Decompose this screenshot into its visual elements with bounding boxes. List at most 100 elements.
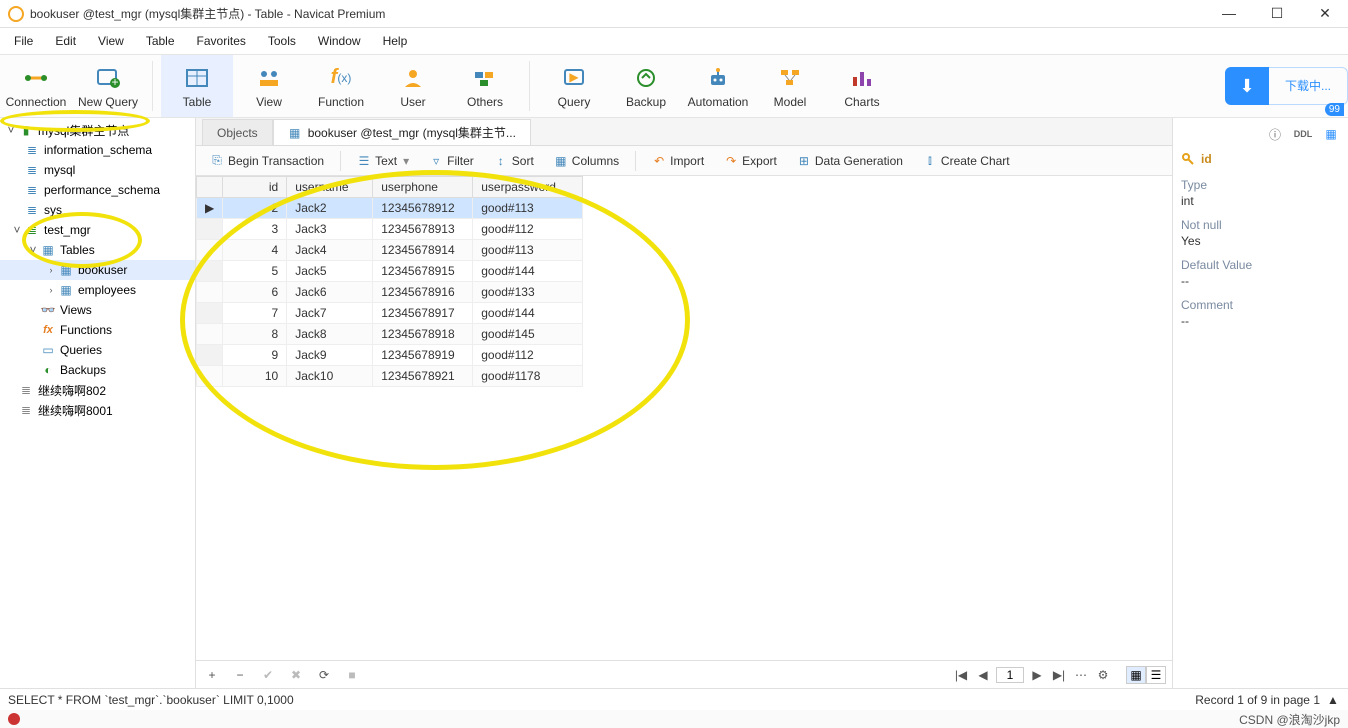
cell-userphone[interactable]: 12345678913	[373, 219, 473, 240]
tree-views-folder[interactable]: 👓Views	[0, 300, 195, 320]
tree-functions-folder[interactable]: fxFunctions	[0, 320, 195, 340]
cell-id[interactable]: 3	[223, 219, 287, 240]
table-row[interactable]: 10Jack1012345678921good#1178	[197, 366, 583, 387]
commit-button[interactable]: ✔	[258, 668, 278, 682]
tree-host-8001[interactable]: ≣继续嗨啊8001	[0, 400, 195, 420]
cell-userphone[interactable]: 12345678916	[373, 282, 473, 303]
table-row[interactable]: ▶2Jack212345678912good#113	[197, 198, 583, 219]
cell-userphone[interactable]: 12345678912	[373, 198, 473, 219]
export-button[interactable]: ↷Export	[716, 151, 785, 171]
charts-button[interactable]: Charts	[826, 55, 898, 117]
stop-button[interactable]: ■	[342, 668, 362, 682]
cell-userpassword[interactable]: good#113	[473, 198, 583, 219]
cell-id[interactable]: 7	[223, 303, 287, 324]
page-number-input[interactable]: 1	[996, 667, 1024, 683]
cell-username[interactable]: Jack10	[287, 366, 373, 387]
model-button[interactable]: Model	[754, 55, 826, 117]
delete-row-button[interactable]: −	[230, 668, 250, 682]
cell-id[interactable]: 10	[223, 366, 287, 387]
tree-db-performance-schema[interactable]: ≣performance_schema	[0, 180, 195, 200]
table-button[interactable]: Table	[161, 55, 233, 117]
cell-username[interactable]: Jack9	[287, 345, 373, 366]
function-button[interactable]: f(x) Function	[305, 55, 377, 117]
tree-db-information-schema[interactable]: ≣information_schema	[0, 140, 195, 160]
ddl-view-button[interactable]: DDL	[1294, 126, 1312, 142]
data-grid[interactable]: id username userphone userpassword ▶2Jac…	[196, 176, 1172, 660]
cell-username[interactable]: Jack5	[287, 261, 373, 282]
cell-username[interactable]: Jack3	[287, 219, 373, 240]
cell-userphone[interactable]: 12345678914	[373, 240, 473, 261]
cell-id[interactable]: 9	[223, 345, 287, 366]
refresh-button[interactable]: ⟳	[314, 668, 334, 682]
cell-userpassword[interactable]: good#145	[473, 324, 583, 345]
filter-button[interactable]: ▿Filter	[421, 151, 482, 171]
cell-userphone[interactable]: 12345678917	[373, 303, 473, 324]
col-id[interactable]: id	[223, 177, 287, 198]
cell-username[interactable]: Jack4	[287, 240, 373, 261]
tree-queries-folder[interactable]: ▭Queries	[0, 340, 195, 360]
col-userpassword[interactable]: userpassword	[473, 177, 583, 198]
connection-button[interactable]: Connection	[0, 55, 72, 117]
cancel-button[interactable]: ✖	[286, 668, 306, 682]
view-button[interactable]: View	[233, 55, 305, 117]
grid-view-button[interactable]: ▦	[1126, 666, 1146, 684]
next-page-button[interactable]: ▶	[1028, 668, 1046, 682]
tree-host-802[interactable]: ≣继续嗨啊802	[0, 380, 195, 400]
cell-username[interactable]: Jack8	[287, 324, 373, 345]
menu-table[interactable]: Table	[136, 31, 185, 51]
tree-tables-folder[interactable]: ˅▦Tables	[0, 240, 195, 260]
tree-table-employees[interactable]: ›▦employees	[0, 280, 195, 300]
tab-objects[interactable]: Objects	[202, 119, 273, 145]
close-button[interactable]: ✕	[1310, 5, 1340, 22]
menu-help[interactable]: Help	[373, 31, 418, 51]
menu-favorites[interactable]: Favorites	[187, 31, 256, 51]
cell-userphone[interactable]: 12345678918	[373, 324, 473, 345]
columns-button[interactable]: ▦Columns	[546, 151, 627, 171]
new-query-button[interactable]: + New Query	[72, 55, 144, 117]
status-expand-button[interactable]: ▲	[1326, 693, 1340, 707]
backup-button[interactable]: Backup	[610, 55, 682, 117]
info-view-button[interactable]: ⓘ	[1266, 126, 1284, 142]
table-row[interactable]: 4Jack412345678914good#113	[197, 240, 583, 261]
create-chart-button[interactable]: ⫾Create Chart	[915, 151, 1018, 171]
tab-bookuser[interactable]: ▦bookuser @test_mgr (mysql集群主节...	[273, 119, 531, 145]
table-row[interactable]: 9Jack912345678919good#112	[197, 345, 583, 366]
cell-userphone[interactable]: 12345678921	[373, 366, 473, 387]
tree-db-sys[interactable]: ≣sys	[0, 200, 195, 220]
user-button[interactable]: User	[377, 55, 449, 117]
begin-transaction-button[interactable]: ⎘Begin Transaction	[202, 151, 332, 171]
cell-userphone[interactable]: 12345678919	[373, 345, 473, 366]
table-row[interactable]: 5Jack512345678915good#144	[197, 261, 583, 282]
maximize-button[interactable]: ☐	[1262, 5, 1292, 22]
tree-table-bookuser[interactable]: ›▦bookuser	[0, 260, 195, 280]
cell-userpassword[interactable]: good#112	[473, 345, 583, 366]
sort-button[interactable]: ↕Sort	[486, 151, 542, 171]
minimize-button[interactable]: —	[1214, 5, 1244, 22]
table-row[interactable]: 3Jack312345678913good#112	[197, 219, 583, 240]
first-page-button[interactable]: |◀	[952, 668, 970, 682]
col-username[interactable]: username	[287, 177, 373, 198]
tree-connection[interactable]: ˅▮ mysql集群主节点	[0, 120, 195, 140]
connection-tree[interactable]: ˅▮ mysql集群主节点 ≣information_schema ≣mysql…	[0, 118, 196, 688]
add-row-button[interactable]: +	[202, 668, 222, 682]
pager-options-button[interactable]: ⋯	[1072, 668, 1090, 682]
col-userphone[interactable]: userphone	[373, 177, 473, 198]
table-row[interactable]: 8Jack812345678918good#145	[197, 324, 583, 345]
last-page-button[interactable]: ▶|	[1050, 668, 1068, 682]
cell-id[interactable]: 2	[223, 198, 287, 219]
cell-id[interactable]: 4	[223, 240, 287, 261]
grid-props-button[interactable]: ▦	[1322, 126, 1340, 142]
cell-userpassword[interactable]: good#144	[473, 303, 583, 324]
menu-edit[interactable]: Edit	[45, 31, 86, 51]
text-button[interactable]: ☰Text▾	[349, 151, 417, 171]
table-row[interactable]: 7Jack712345678917good#144	[197, 303, 583, 324]
menu-window[interactable]: Window	[308, 31, 371, 51]
cell-username[interactable]: Jack2	[287, 198, 373, 219]
download-button[interactable]: ⬇ 下载中...	[1225, 67, 1348, 105]
cell-userpassword[interactable]: good#113	[473, 240, 583, 261]
tree-db-mysql[interactable]: ≣mysql	[0, 160, 195, 180]
tree-backups-folder[interactable]: ◐Backups	[0, 360, 195, 380]
cell-userpassword[interactable]: good#133	[473, 282, 583, 303]
cell-userpassword[interactable]: good#112	[473, 219, 583, 240]
prev-page-button[interactable]: ◀	[974, 668, 992, 682]
